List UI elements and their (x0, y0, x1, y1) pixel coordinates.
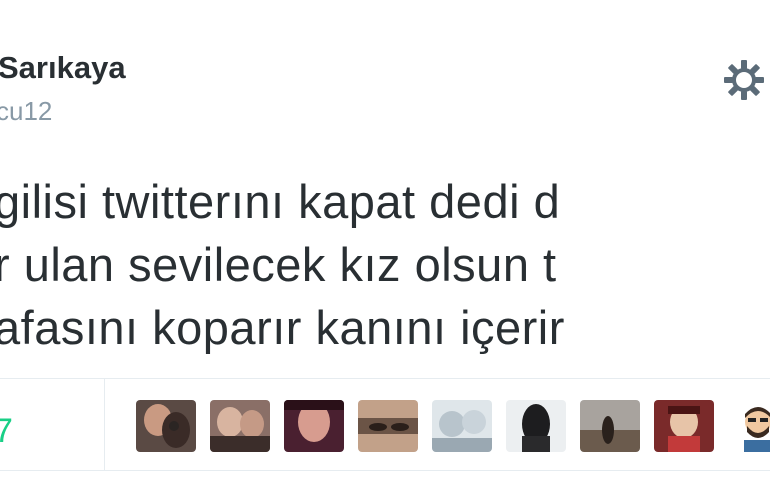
tweet-text: gilisi twitterını kapat dedi d r ulan se… (0, 170, 770, 359)
display-name[interactable]: Sarıkaya (0, 50, 126, 86)
avatar[interactable] (580, 400, 640, 452)
divider (0, 378, 770, 379)
divider (0, 470, 770, 471)
avatar[interactable] (358, 400, 418, 452)
gear-icon[interactable] (720, 56, 768, 104)
tweet-line: gilisi twitterını kapat dedi d (0, 175, 561, 228)
avatar[interactable] (506, 400, 566, 452)
avatar[interactable] (210, 400, 270, 452)
likes-count[interactable]: 7 (0, 412, 13, 451)
tweet-line: r ulan sevilecek kız olsun t (0, 238, 557, 291)
avatar[interactable] (284, 400, 344, 452)
avatar[interactable] (432, 400, 492, 452)
avatar[interactable] (654, 400, 714, 452)
avatar[interactable] (728, 400, 770, 452)
tweet-card: Sarıkaya cu12 gilisi twitterını kapat de… (0, 0, 770, 485)
avatar[interactable] (136, 400, 196, 452)
user-handle[interactable]: cu12 (0, 96, 52, 127)
tweet-line: afasını koparır kanını içerir (0, 301, 565, 354)
stats-separator (104, 378, 105, 470)
